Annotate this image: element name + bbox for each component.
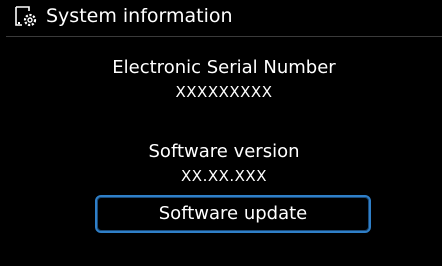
software-version-label: Software version	[148, 141, 300, 162]
software-version-value: XX.XX.XXX	[181, 167, 267, 185]
header-divider	[6, 36, 442, 37]
system-information-screen: System information Electronic Serial Num…	[6, 0, 442, 266]
system-settings-icon	[14, 6, 38, 28]
esn-label: Electronic Serial Number	[112, 57, 336, 78]
esn-value: XXXXXXXXX	[175, 83, 273, 101]
header-bar: System information	[6, 0, 442, 33]
software-update-button[interactable]: Software update	[95, 195, 371, 233]
page-title: System information	[46, 5, 233, 27]
